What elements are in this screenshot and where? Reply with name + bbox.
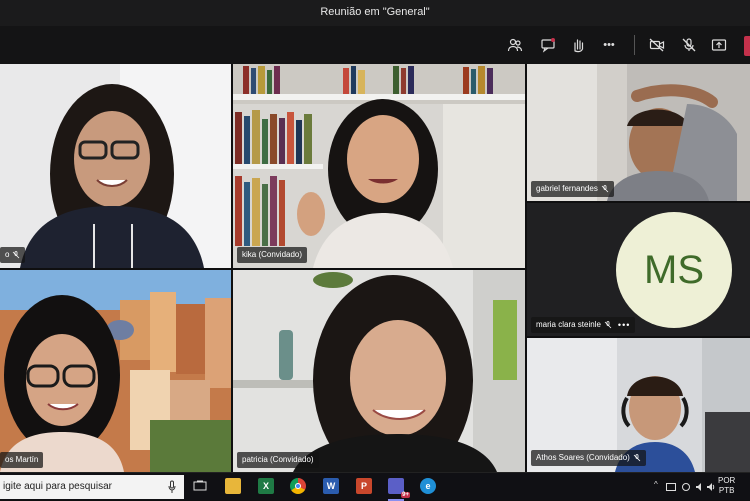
participant-name-tag: maria clara steinle ••• (531, 317, 636, 333)
search-placeholder: igite aqui para pesquisar (3, 481, 112, 492)
taskbar: igite aqui para pesquisar X W P 9+ e ^ P… (0, 472, 750, 501)
speaker-icon[interactable] (706, 482, 716, 494)
search-input[interactable]: igite aqui para pesquisar (0, 475, 184, 499)
video-tile[interactable]: o (0, 64, 231, 268)
video-tile[interactable]: gabriel fernandes (527, 64, 750, 201)
camera-toggle-button[interactable] (646, 34, 668, 56)
participant-video (0, 64, 231, 268)
tray-chevron-icon[interactable]: ^ (654, 480, 658, 489)
raise-hand-button[interactable] (567, 34, 589, 56)
volume-icon[interactable] (695, 482, 705, 494)
language-indicator[interactable]: POR PTB (718, 476, 735, 496)
chrome-icon[interactable] (290, 478, 306, 494)
participant-name: gabriel fernandes (536, 184, 598, 193)
file-explorer-icon[interactable] (225, 478, 241, 494)
mic-off-icon (682, 38, 696, 52)
participant-name-tag: Athos Soares (Convidado) (531, 450, 646, 466)
participants-icon (507, 38, 523, 52)
mic-muted-icon (604, 321, 612, 329)
toolbar-divider (634, 35, 635, 55)
leave-button[interactable] (744, 36, 750, 56)
participant-name-tag: os Martín (0, 452, 44, 468)
participant-name-tag: gabriel fernandes (531, 181, 614, 197)
chat-button[interactable] (537, 34, 559, 56)
language-code: POR (718, 476, 736, 485)
mic-muted-icon (633, 454, 641, 462)
participant-name-tag: patricia (Convidado) (237, 452, 319, 468)
task-view-icon[interactable] (192, 478, 208, 494)
participant-name-tag: o (0, 247, 26, 263)
more-options-icon[interactable]: ••• (618, 317, 630, 333)
word-icon[interactable]: W (323, 478, 339, 494)
video-tile[interactable]: os Martín (0, 270, 231, 472)
teams-badge: 9+ (401, 492, 410, 498)
share-icon (711, 39, 727, 51)
camera-off-icon (649, 38, 665, 52)
video-tile[interactable]: kika (Convidado) (233, 64, 525, 268)
participant-name: o (5, 250, 10, 259)
keyboard-layout: PTB (718, 486, 735, 495)
edge-icon[interactable]: e (420, 478, 436, 494)
avatar: MS (616, 212, 732, 328)
video-grid: o kika (Convidado) gabriel fernandes mar… (0, 64, 750, 472)
mic-toggle-button[interactable] (678, 34, 700, 56)
video-tile[interactable]: Athos Soares (Convidado) (527, 338, 750, 472)
participant-name: patricia (Convidado) (242, 455, 314, 464)
more-options-button[interactable]: ••• (598, 34, 620, 56)
mic-muted-icon (13, 251, 20, 259)
window-title: Reunião em "General" (320, 6, 430, 18)
mic-muted-icon (601, 185, 609, 193)
participant-video (233, 270, 525, 472)
more-options-icon: ••• (603, 39, 615, 51)
raise-hand-icon (574, 39, 584, 53)
participant-name: kika (Convidado) (242, 250, 303, 259)
network-icon[interactable] (666, 483, 676, 491)
excel-icon[interactable]: X (258, 478, 274, 494)
participant-name-tag: kika (Convidado) (237, 247, 308, 263)
avatar-initials: MS (644, 247, 704, 292)
participants-button[interactable] (504, 34, 526, 56)
chat-icon (541, 38, 555, 53)
meet-icon[interactable] (682, 483, 690, 491)
video-tile[interactable]: patricia (Convidado) (233, 270, 525, 472)
teams-icon[interactable]: 9+ (388, 478, 410, 498)
participant-video (233, 64, 525, 268)
participant-name: maria clara steinle (536, 320, 601, 329)
participant-video (0, 270, 231, 472)
title-bar: Reunião em "General" (0, 0, 750, 26)
share-button[interactable] (708, 34, 730, 56)
meeting-toolbar: ••• (0, 26, 750, 64)
powerpoint-icon[interactable]: P (356, 478, 372, 494)
participant-name: os Martín (5, 455, 39, 464)
microphone-icon[interactable] (168, 480, 176, 494)
participant-name: Athos Soares (Convidado) (536, 453, 630, 462)
